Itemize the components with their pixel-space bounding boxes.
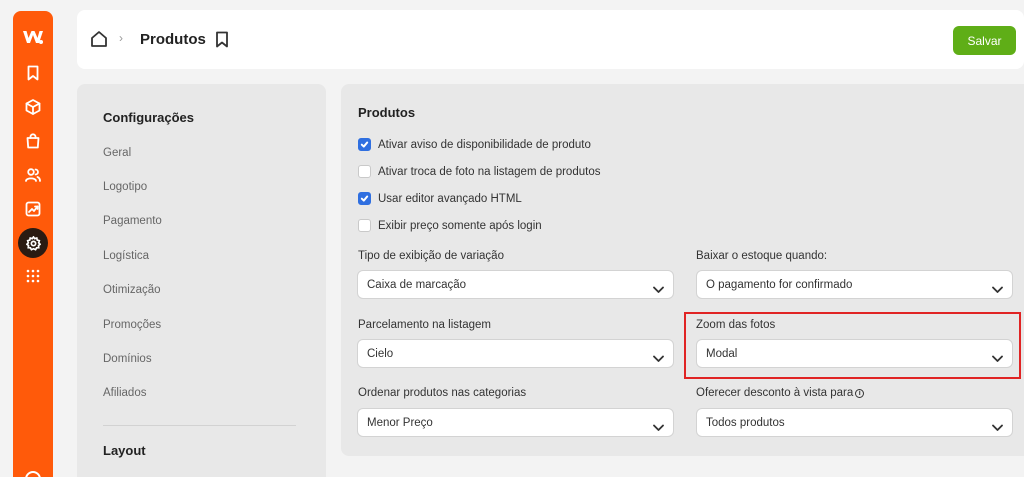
cash-discount-label: Oferecer desconto à vista para i — [696, 387, 865, 399]
info-icon[interactable]: i — [855, 389, 865, 398]
settings-item-logistica[interactable]: Logística — [103, 250, 149, 262]
chevron-down-icon — [992, 281, 1003, 293]
settings-item-promocoes[interactable]: Promoções — [103, 319, 161, 331]
help-icon[interactable] — [25, 471, 41, 477]
checkbox-unchecked-icon[interactable] — [358, 165, 371, 178]
checkbox-availability-notice[interactable]: Ativar aviso de disponibilidade de produ… — [358, 138, 591, 151]
top-header: › Produtos Salvar — [77, 10, 1024, 69]
checkbox-checked-icon[interactable] — [358, 192, 371, 205]
save-button[interactable]: Salvar — [953, 26, 1016, 55]
settings-item-dominios[interactable]: Domínios — [103, 353, 152, 365]
chevron-down-icon — [653, 350, 664, 362]
checkbox-label: Ativar aviso de disponibilidade de produ… — [378, 138, 591, 151]
bookmark-icon[interactable] — [13, 60, 53, 86]
listing-installments-select[interactable]: Cielo — [357, 339, 674, 368]
box-icon[interactable] — [13, 94, 53, 120]
highlight-annotation — [684, 312, 1021, 379]
chevron-down-icon — [653, 419, 664, 431]
category-sort-label: Ordenar produtos nas categorias — [358, 387, 527, 399]
checkbox-label: Usar editor avançado HTML — [378, 192, 522, 205]
home-icon[interactable] — [90, 30, 108, 48]
variation-display-label: Tipo de exibição de variação — [358, 250, 504, 262]
checkbox-label: Exibir preço somente após login — [378, 219, 542, 232]
settings-item-afiliados[interactable]: Afiliados — [103, 387, 146, 399]
chart-icon[interactable] — [13, 196, 53, 222]
stock-decrease-label: Baixar o estoque quando: — [696, 250, 828, 262]
select-value: Menor Preço — [367, 417, 433, 429]
checkbox-photo-swap[interactable]: Ativar troca de foto na listagem de prod… — [358, 165, 600, 178]
logo-icon[interactable] — [13, 24, 53, 50]
app-rail — [13, 11, 53, 477]
favorite-bookmark-icon[interactable] — [214, 31, 230, 48]
page-title: Produtos — [140, 31, 206, 48]
select-value: Cielo — [367, 348, 394, 360]
select-value: Caixa de marcação — [367, 279, 467, 291]
checkbox-checked-icon[interactable] — [358, 138, 371, 151]
panel-title: Produtos — [358, 105, 416, 120]
settings-item-geral[interactable]: Geral — [103, 147, 131, 159]
category-sort-select[interactable]: Menor Preço — [357, 408, 674, 437]
cash-discount-label-text: Oferecer desconto à vista para — [696, 387, 854, 399]
gear-icon[interactable] — [18, 228, 48, 258]
select-value: Todos produtos — [706, 417, 785, 429]
settings-sidebar: Configurações Geral Logotipo Pagamento L… — [77, 84, 326, 477]
checkbox-price-after-login[interactable]: Exibir preço somente após login — [358, 219, 542, 232]
listing-installments-label: Parcelamento na listagem — [358, 319, 491, 331]
settings-heading: Configurações — [103, 110, 195, 125]
checkbox-html-editor[interactable]: Usar editor avançado HTML — [358, 192, 522, 205]
stock-decrease-select[interactable]: O pagamento for confirmado — [696, 270, 1013, 299]
bag-icon[interactable] — [13, 128, 53, 154]
users-icon[interactable] — [13, 162, 53, 188]
settings-item-pagamento[interactable]: Pagamento — [103, 215, 162, 227]
cash-discount-select[interactable]: Todos produtos — [696, 408, 1013, 437]
apps-grid-icon[interactable] — [13, 263, 53, 289]
chevron-down-icon — [992, 419, 1003, 431]
settings-item-otimizacao[interactable]: Otimização — [103, 284, 161, 296]
breadcrumb-chevron-icon: › — [119, 31, 123, 45]
products-settings-panel: Produtos Ativar aviso de disponibilidade… — [341, 84, 1024, 456]
settings-item-logotipo[interactable]: Logotipo — [103, 181, 147, 193]
layout-heading: Layout — [103, 443, 146, 458]
chevron-down-icon — [653, 281, 664, 293]
sidebar-divider — [103, 425, 296, 426]
checkbox-unchecked-icon[interactable] — [358, 219, 371, 232]
variation-display-select[interactable]: Caixa de marcação — [357, 270, 674, 299]
checkbox-label: Ativar troca de foto na listagem de prod… — [378, 165, 601, 178]
select-value: O pagamento for confirmado — [706, 279, 853, 291]
